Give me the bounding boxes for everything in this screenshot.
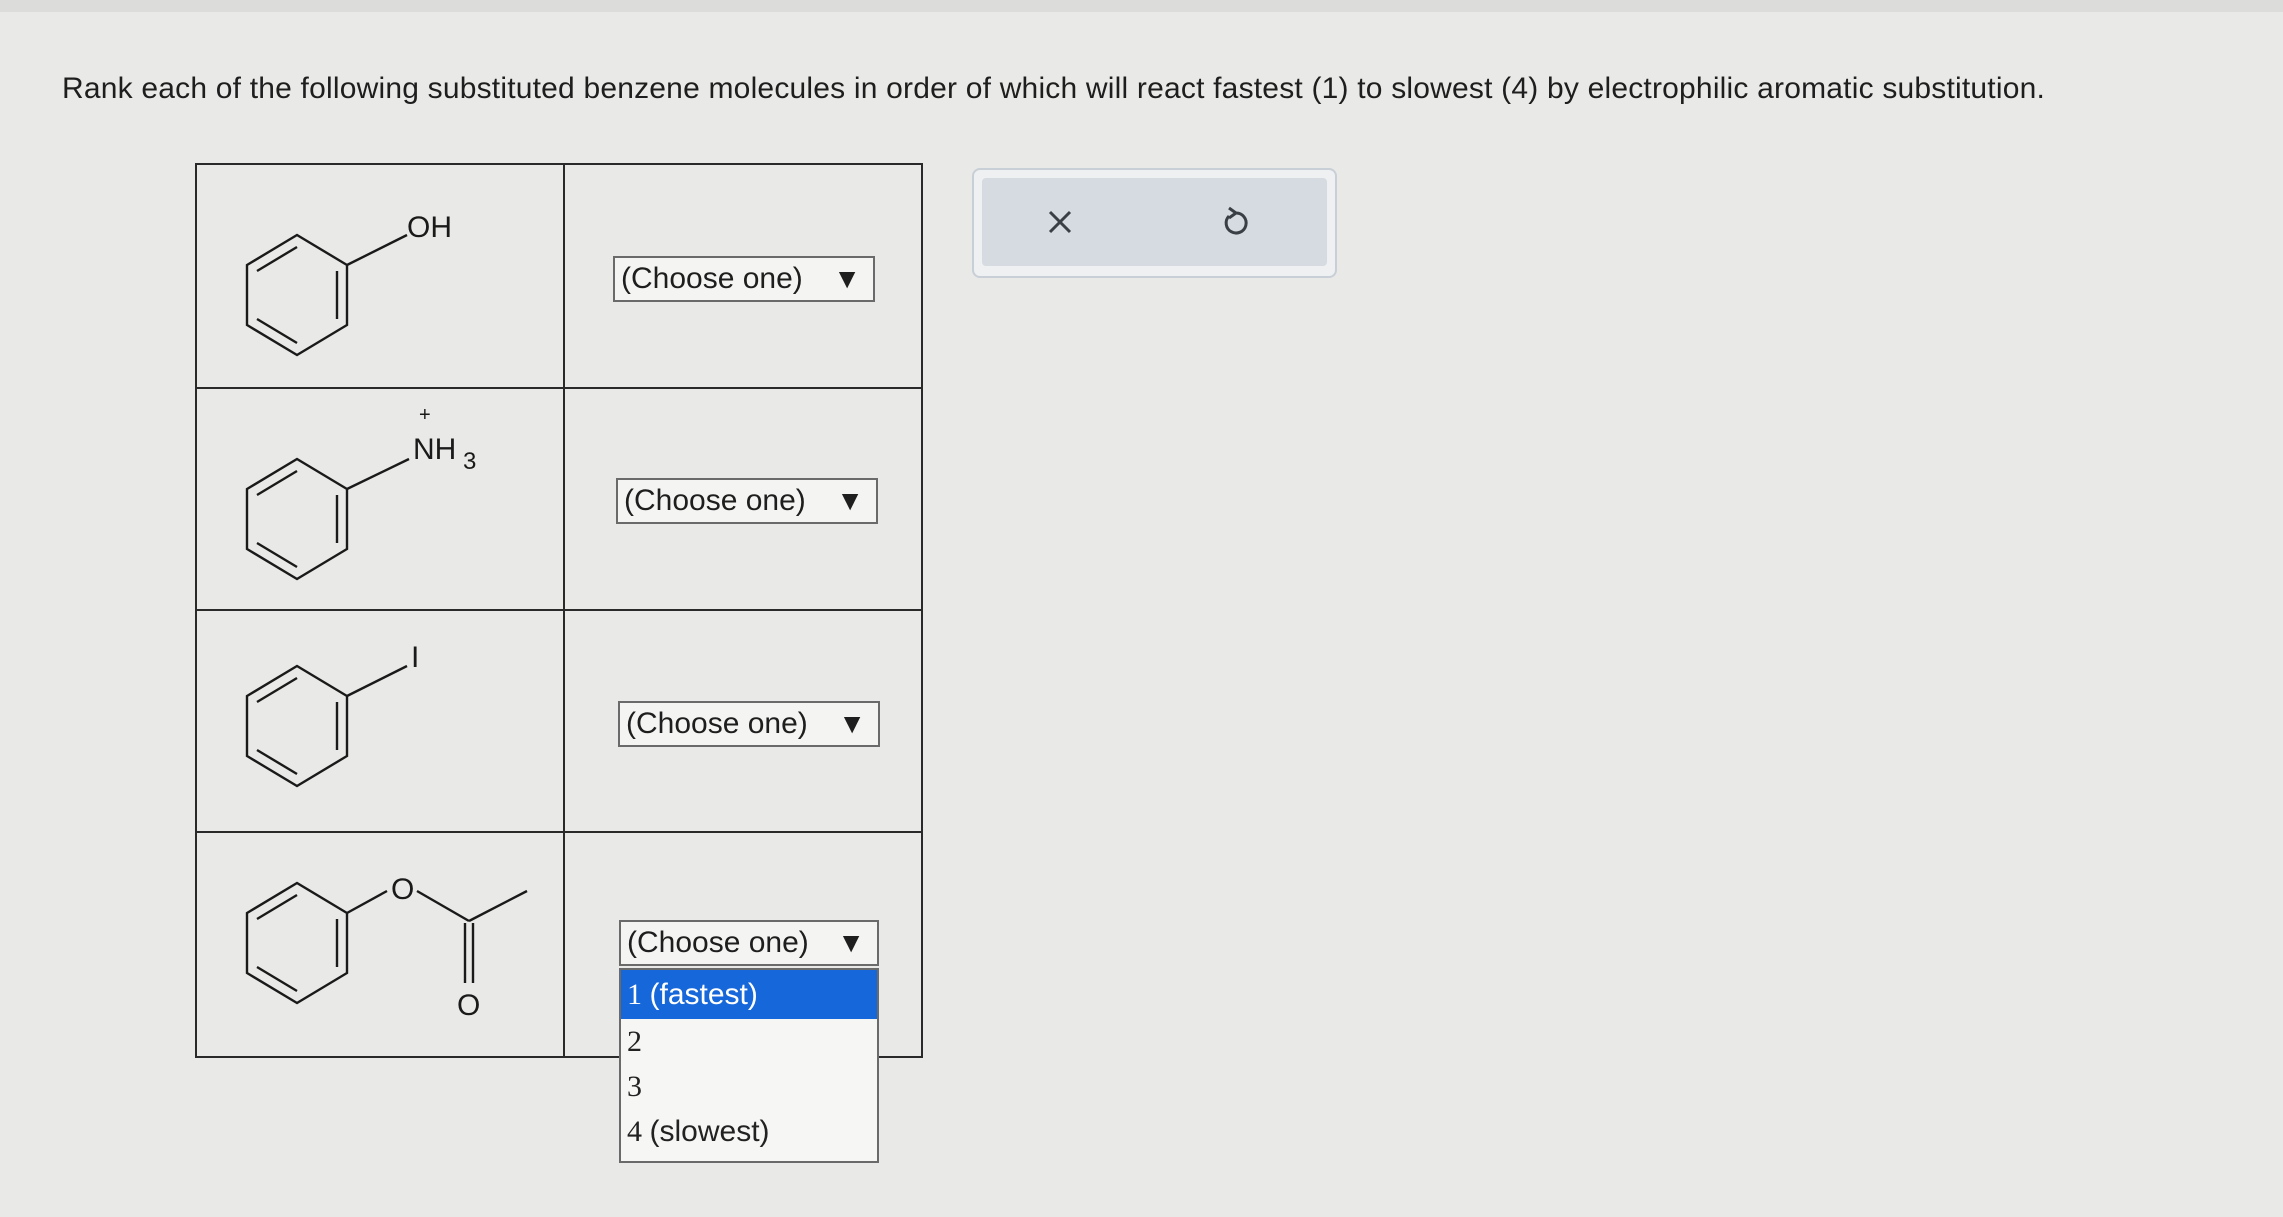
phenyl-acetate-structure: O O (237, 843, 537, 1043)
caret-down-icon: ▼ (833, 263, 861, 294)
rank-select-row-1[interactable]: (Choose one) ▼ (613, 256, 875, 302)
option-2[interactable]: 2 (621, 1019, 877, 1064)
select-value: (Choose one) (626, 707, 808, 740)
option-3[interactable]: 3 (621, 1064, 877, 1109)
x-icon[interactable] (1040, 202, 1080, 242)
caret-down-icon: ▼ (837, 927, 865, 958)
select-value: (Choose one) (621, 262, 803, 295)
answer-toolbar (972, 168, 1337, 278)
nh-label: NH (413, 433, 456, 466)
rank-select-row-3[interactable]: (Choose one) ▼ (618, 701, 880, 747)
select-value: (Choose one) (624, 484, 806, 517)
select-value: (Choose one) (627, 926, 809, 959)
anilinium-structure: + NH 3 (237, 399, 537, 599)
rank-select-row-2[interactable]: (Choose one) ▼ (616, 478, 878, 524)
plus-charge: + (419, 404, 431, 426)
rank-select-row-4[interactable]: (Choose one) ▼ (619, 920, 879, 966)
top-strip (0, 0, 2283, 12)
caret-down-icon: ▼ (836, 485, 864, 516)
iodine-label: I (411, 641, 419, 674)
question-prompt: Rank each of the following substituted b… (62, 72, 2046, 105)
option-4-slowest[interactable]: 4 (slowest) (621, 1109, 877, 1154)
iodobenzene-structure: I (237, 621, 537, 821)
toolbar-panel (982, 178, 1327, 266)
option-1-fastest[interactable]: 1 (fastest) (621, 970, 877, 1019)
rank-dropdown-list: 1 (fastest) 2 3 4 (slowest) (619, 968, 879, 1163)
oh-label: OH (407, 211, 452, 244)
carbonyl-oxygen-label: O (457, 989, 480, 1022)
subscript-3: 3 (463, 448, 476, 475)
caret-down-icon: ▼ (838, 708, 866, 739)
undo-icon[interactable] (1216, 202, 1256, 242)
phenol-structure: OH (237, 175, 537, 375)
ester-oxygen-label: O (391, 873, 414, 906)
